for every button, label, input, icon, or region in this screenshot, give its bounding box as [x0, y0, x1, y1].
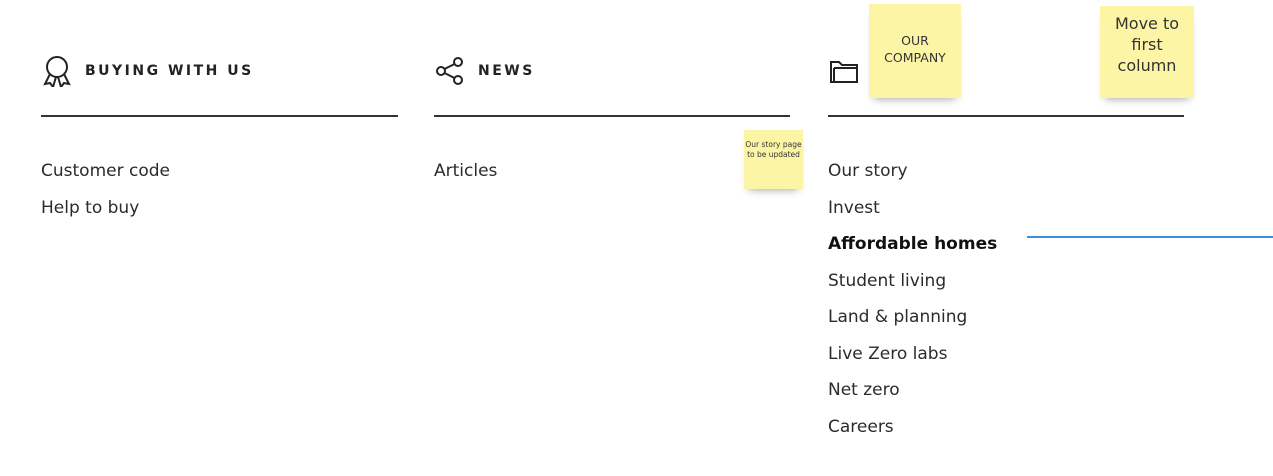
column-buying-with-us: BUYING WITH US Customer code Help to buy [41, 48, 398, 226]
link-articles[interactable]: Articles [434, 153, 790, 190]
divider [41, 115, 398, 117]
link-careers[interactable]: Careers [828, 409, 1184, 446]
sticky-note-move-to-first-column: Move to first column [1100, 6, 1194, 98]
sticky-note-our-story-update: Our story page to be updated [744, 130, 803, 189]
column-our-company: Our story Invest Affordable homes Studen… [828, 48, 1184, 445]
link-affordable-homes[interactable]: Affordable homes [828, 226, 1184, 263]
footer-nav: BUYING WITH US Customer code Help to buy… [0, 0, 1273, 476]
column-header: NEWS [434, 48, 790, 94]
link-list: Articles [434, 153, 790, 190]
link-our-story[interactable]: Our story [828, 153, 1184, 190]
share-icon [434, 55, 466, 87]
column-title: BUYING WITH US [85, 63, 254, 79]
award-ribbon-icon [41, 55, 73, 87]
link-invest[interactable]: Invest [828, 190, 1184, 227]
link-help-to-buy[interactable]: Help to buy [41, 190, 398, 227]
divider [434, 115, 790, 117]
column-news: NEWS Articles [434, 48, 790, 190]
link-list: Our story Invest Affordable homes Studen… [828, 153, 1184, 445]
column-title: NEWS [478, 63, 535, 79]
divider [828, 115, 1184, 117]
sticky-note-our-company: OUR COMPANY [869, 4, 961, 98]
link-live-zero-labs[interactable]: Live Zero labs [828, 336, 1184, 373]
annotation-connector-line [1027, 236, 1273, 238]
link-net-zero[interactable]: Net zero [828, 372, 1184, 409]
link-land-planning[interactable]: Land & planning [828, 299, 1184, 336]
link-list: Customer code Help to buy [41, 153, 398, 226]
link-student-living[interactable]: Student living [828, 263, 1184, 300]
folder-icon [828, 55, 860, 87]
link-customer-code[interactable]: Customer code [41, 153, 398, 190]
column-header: BUYING WITH US [41, 48, 398, 94]
